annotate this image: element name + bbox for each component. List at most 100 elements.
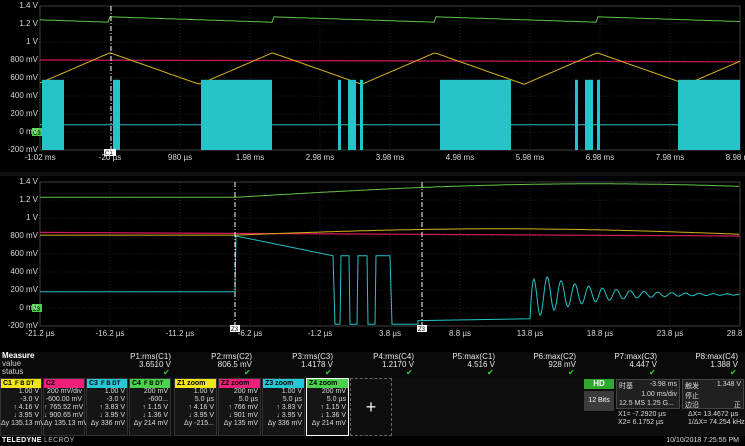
channel-label: C3 — [89, 380, 98, 387]
channel-descriptor-row: 1.00 V — [104, 388, 125, 395]
zoom-descriptor-row: Δy 336 mV — [267, 420, 302, 427]
zoom-cursor-marker-label: Z3 — [418, 327, 426, 333]
measure-status-check-icon: ✔ — [163, 368, 170, 377]
trace-c3-burst — [585, 79, 593, 150]
channel-label: C2 — [46, 380, 55, 387]
x-tick-label: 2.98 ms — [305, 153, 335, 162]
zoom-descriptor-row: ↑ 1.15 V — [320, 404, 346, 411]
zoom-waveform-panel[interactable]: Z3 Z3 Z3 1.4 V 1.2 V 1 V 800 mV 600 mV 400 mV 20… — [0, 176, 745, 352]
x-tick-label: 23.8 µs — [656, 329, 684, 338]
y-tick-label: 400 mV — [10, 267, 38, 276]
measure-column-value: 1.2170 V — [381, 360, 414, 369]
measure-column-value: 4.447 V — [629, 360, 657, 369]
zoom-descriptor-row: ↑ 4.16 V — [188, 404, 214, 411]
zoom-descriptor-row: ↓ 3.95 V — [188, 412, 214, 419]
cursor-x2-readout: X2= 6.1752 µs — [618, 419, 664, 426]
measure-column-value: 4.516 V — [467, 360, 495, 369]
zoom-descriptor-row: 5.0 µs — [282, 396, 302, 403]
trace-z4 — [40, 183, 740, 198]
add-math-button[interactable]: + — [350, 378, 392, 436]
measure-status-check-icon: ✔ — [487, 368, 494, 377]
trace-c3-burst — [113, 79, 120, 150]
x-tick-label: -21.2 µs — [25, 329, 55, 338]
zoom-descriptor-row: ↑ 766 mV — [228, 404, 258, 411]
timebase-trigger-block[interactable]: HD 12 Bits 时基 -3.98 ms 1.00 ms/div 12.5 … — [582, 378, 745, 426]
zoom-descriptor-header: Z4 zoom — [307, 379, 348, 388]
channel-descriptor-header: C1 F B DT — [1, 379, 41, 388]
y-tick-label: 800 mV — [10, 231, 38, 240]
x-tick-label: 5.98 ms — [515, 153, 545, 162]
x-tick-label: 6.98 ms — [585, 153, 615, 162]
trace-c3-burst — [338, 79, 341, 150]
trigger-type: 边沿 — [685, 402, 699, 409]
y-tick-label: 1.2 V — [19, 195, 38, 204]
zoom-descriptor-row: Δy -215... — [184, 420, 214, 427]
x-tick-label: -16.2 µs — [95, 329, 125, 338]
x-tick-label: 18.8 µs — [586, 329, 614, 338]
trace-c3-burst — [360, 79, 363, 150]
channel-label: C1 — [3, 380, 12, 387]
zoom-descriptor-z1[interactable]: Z1 zoom 1.00 V 5.0 µs ↑ 4.16 V ↓ 3.95 V Δy -2… — [174, 378, 217, 436]
channel-descriptor-c3[interactable]: C3 F B DT 1.00 V -3.0 V ↑ 3.83 V ↓ 3.95 V Δy 3… — [86, 378, 128, 436]
channel-descriptor-row: ↓ 1.36 V — [142, 412, 168, 419]
channel-descriptor-row: Δy 336 mV — [90, 420, 125, 427]
zoom-descriptor-z3[interactable]: Z3 zoom 1.00 V 5.0 µs ↑ 3.83 V ↓ 3.95 V Δy 33… — [262, 378, 305, 436]
channel-descriptor-row: -3.0 V — [20, 396, 39, 403]
channel-descriptor-c1[interactable]: C1 F B DT 1.00 V -3.0 V ↑ 4.16 V ↓ 3.95 V Δy 1… — [0, 378, 45, 436]
date-time: 10/10/2018 7:25:55 PM — [666, 437, 739, 444]
trigger-descriptor[interactable]: 触发 1.348 V 停止 边沿 正 — [682, 379, 744, 409]
brand-logo: TELEDYNE LECROY — [2, 437, 75, 444]
y-tick-label: 1.4 V — [19, 1, 38, 10]
y-tick-label: 0 mV — [19, 127, 38, 136]
channel-descriptor-row: ↑ 1.15 V — [142, 404, 168, 411]
channel-descriptor-header: C4 F B DT — [130, 379, 170, 388]
zoom-descriptor-row: Δy 135 mV — [223, 420, 258, 427]
x-tick-label: -11.2 µs — [165, 329, 195, 338]
channel-descriptor-c4[interactable]: C4 F B DT 200 mV -600... ↑ 1.15 V ↓ 1.36 V Δy … — [129, 378, 171, 436]
channel-tags: F B DT — [143, 381, 164, 387]
y-tick-label: 0 mV — [19, 303, 38, 312]
x-tick-label: -1.2 µs — [307, 329, 333, 338]
zoom-descriptor-row: ↓ 3.95 V — [276, 412, 302, 419]
channel-descriptor-row: ↑ 3.83 V — [99, 404, 125, 411]
timebase-descriptor[interactable]: 时基 -3.98 ms 1.00 ms/div 12.5 MS 1.25 G..… — [616, 379, 680, 409]
measure-table[interactable]: Measure value status P1:rms(C1) 3.6510 V ✔… — [0, 352, 745, 378]
x-tick-label: 1.98 ms — [235, 153, 265, 162]
top-waveform-panel[interactable]: C3 C1 1.4 V 1.2 V 1 V 800 mV 600 mV 400 mV 200 … — [0, 0, 745, 172]
measure-status-label: status — [2, 367, 24, 376]
bits-indicator: 12 Bits — [584, 391, 614, 411]
zoom-descriptor-row: 200 mV — [233, 388, 258, 395]
measure-column-value: 928 mV — [548, 360, 576, 369]
zoom-descriptor-z4[interactable]: Z4 zoom 200 mV 5.0 µs ↑ 1.15 V ↓ 1.36 V Δy 21… — [306, 378, 349, 436]
cursor-x1-readout: X1= -7.2920 µs — [618, 411, 666, 418]
x-tick-label: -1.02 ms — [24, 153, 56, 162]
x-tick-label: 8.98 ms — [725, 153, 745, 162]
channel-descriptor-row: ↑ 765.52 mV — [44, 404, 84, 411]
zoom-descriptor-row: 200 mV — [321, 388, 346, 395]
channel-label: C4 — [132, 380, 141, 387]
zoom-waveform-svg[interactable]: Z3Z3 Z3 — [0, 176, 745, 352]
x-tick-label: 4.98 ms — [445, 153, 475, 162]
trigger-level: 1.348 V — [716, 381, 741, 388]
zoom-descriptor-header: Z2 zoom — [219, 379, 260, 388]
y-tick-label: 800 mV — [10, 55, 38, 64]
y-tick-label: 600 mV — [10, 73, 38, 82]
zoom-descriptor-z2[interactable]: Z2 zoom 200 mV 5.0 µs ↑ 766 mV ↓ 901 mV Δy 13… — [218, 378, 261, 436]
y-tick-label: 1.4 V — [19, 177, 38, 186]
trace-c3-burst — [201, 79, 272, 150]
x-tick-label: -20 µs — [98, 153, 122, 162]
measure-status-check-icon: ✔ — [406, 368, 413, 377]
x-tick-label: 8.8 µs — [449, 329, 471, 338]
y-tick-label: 200 mV — [10, 285, 38, 294]
top-waveform-svg[interactable]: C3C1 — [0, 0, 745, 172]
channel-descriptor-row: 200 mV/div — [46, 388, 82, 395]
measure-status-check-icon: ✔ — [568, 368, 575, 377]
trace-c3-burst — [348, 79, 356, 150]
channel-descriptor-c2[interactable]: C2 200 mV/div -600.00 mV ↑ 765.52 mV ↓ 900.6… — [43, 378, 88, 436]
zoom-descriptor-row: ↓ 1.36 V — [320, 412, 346, 419]
trace-c3-burst — [597, 79, 600, 150]
graticule — [39, 181, 741, 327]
y-tick-label: 1 V — [25, 213, 38, 222]
y-tick-label: 1.2 V — [19, 19, 38, 28]
zoom-descriptor-row: ↑ 3.83 V — [276, 404, 302, 411]
